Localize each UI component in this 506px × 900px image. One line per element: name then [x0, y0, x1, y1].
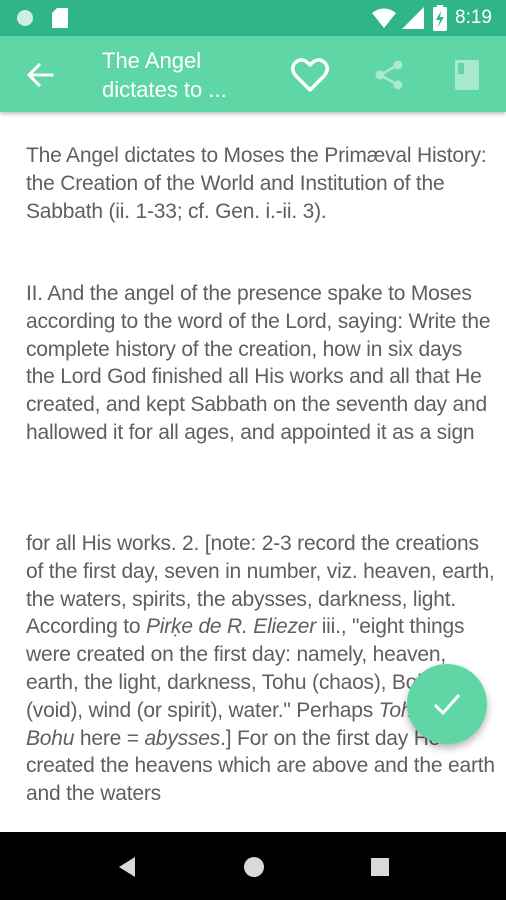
book-icon[interactable] [455, 60, 479, 90]
status-bar: 8:19 [0, 0, 506, 36]
mark-read-fab[interactable] [407, 664, 487, 744]
battery-charging-icon [433, 5, 447, 31]
status-time: 8:19 [455, 7, 492, 28]
checkmark-icon [433, 694, 461, 716]
notification-dot-icon [17, 10, 33, 26]
nav-home-icon[interactable] [243, 856, 265, 878]
chapter-intro-paragraph: The Angel dictates to Moses the Primæval… [26, 144, 487, 223]
nav-recents-icon[interactable] [370, 857, 390, 877]
system-navigation-bar [0, 832, 506, 900]
italic-term: Bohu [26, 726, 75, 750]
heart-outline-icon[interactable] [290, 57, 330, 93]
italic-term: abysses [144, 726, 221, 750]
page-title: The Angel dictates to ... [102, 48, 227, 102]
verse-paragraph: II. And the angel of the presence spake … [26, 282, 491, 444]
wifi-icon [372, 8, 396, 28]
signal-icon [402, 7, 424, 29]
share-icon[interactable] [374, 60, 404, 90]
app-toolbar: The Angel dictates to ... [0, 36, 506, 112]
nav-back-icon[interactable] [117, 856, 137, 878]
arrow-back-icon[interactable] [26, 61, 54, 89]
sd-card-icon [52, 8, 68, 28]
italic-source-title: Pirḳe de R. Eliezer [145, 615, 317, 639]
